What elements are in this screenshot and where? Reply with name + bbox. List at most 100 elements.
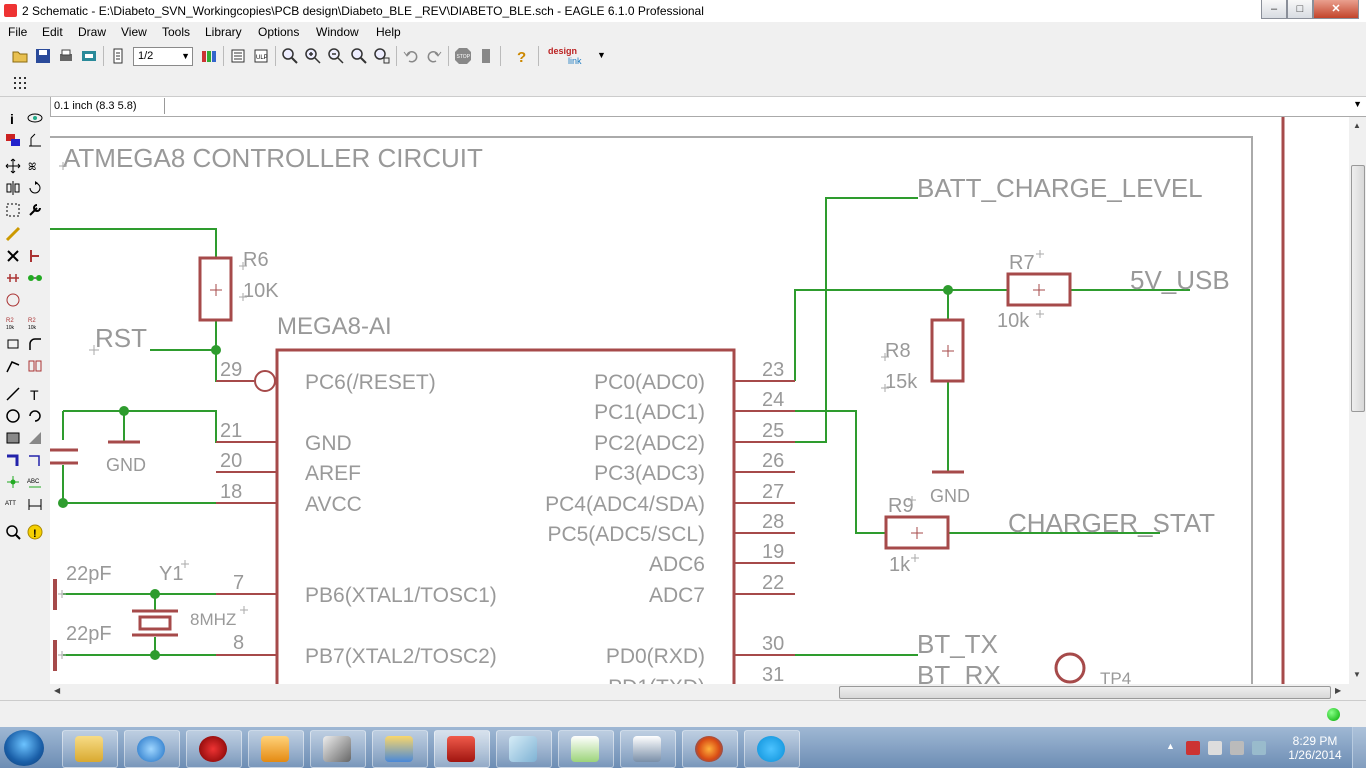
taskbar-tools-app[interactable] [310, 730, 366, 768]
taskbar-notes-app[interactable] [496, 730, 552, 768]
taskbar-firefox[interactable] [682, 730, 738, 768]
network-tray-icon[interactable] [1208, 741, 1222, 755]
taskbar-internet-explorer[interactable] [124, 730, 180, 768]
erc-icon[interactable] [5, 524, 21, 540]
mark-icon[interactable] [27, 132, 43, 148]
clock[interactable]: 8:29 PM 1/26/2014 [1280, 734, 1350, 762]
dimension-icon[interactable] [27, 496, 43, 512]
go-icon[interactable] [477, 47, 495, 65]
miter-icon[interactable] [27, 336, 43, 352]
print-icon[interactable] [57, 47, 75, 65]
taskbar-chart-app[interactable] [558, 730, 614, 768]
delete-icon[interactable] [5, 248, 21, 264]
cam-processor-icon[interactable] [80, 47, 98, 65]
scroll-right-icon[interactable]: ▶ [1335, 686, 1341, 695]
design-link-button[interactable]: design link [548, 46, 592, 68]
zoom-redraw-icon[interactable] [350, 47, 368, 65]
maximize-button[interactable]: □ [1287, 0, 1313, 19]
volume-tray-icon[interactable] [1252, 741, 1266, 755]
save-icon[interactable] [34, 47, 52, 65]
chevron-down-icon[interactable]: ▼ [1353, 99, 1362, 109]
menu-window[interactable]: Window [316, 25, 359, 39]
horizontal-scroll-thumb[interactable] [839, 686, 1331, 699]
paste-icon[interactable] [5, 226, 21, 242]
vertical-scroll-thumb[interactable] [1351, 165, 1365, 412]
arc-icon[interactable] [27, 408, 43, 424]
resistor-r7[interactable]: R7 10k [997, 250, 1072, 332]
rectangle-icon[interactable] [5, 430, 21, 446]
menu-library[interactable]: Library [205, 25, 242, 39]
group-icon[interactable] [5, 202, 21, 218]
copy-icon[interactable]: ꕤ [27, 158, 43, 174]
test-point-tp4[interactable]: TP4 [1054, 652, 1131, 684]
taskbar-explorer[interactable] [62, 730, 118, 768]
add-part-icon[interactable] [27, 248, 43, 264]
resistor-r9[interactable]: R9 1k [884, 495, 950, 576]
ulp-icon[interactable]: ULP [252, 47, 270, 65]
scroll-left-icon[interactable]: ◀ [54, 686, 60, 695]
invoke-icon[interactable] [27, 358, 43, 374]
info-icon[interactable]: i [5, 110, 21, 126]
menu-help[interactable]: Help [376, 25, 401, 39]
minimize-button[interactable]: – [1261, 0, 1287, 19]
stop-icon[interactable]: STOP [454, 47, 472, 65]
capacitor-c2[interactable]: 22pF [53, 623, 112, 671]
label-icon[interactable]: ABC [27, 474, 43, 490]
change-wrench-icon[interactable] [27, 202, 43, 218]
chevron-down-icon[interactable]: ▼ [597, 50, 606, 60]
crystal-y1[interactable]: Y1 8MHZ [132, 560, 248, 637]
redo-icon[interactable] [425, 47, 443, 65]
polygon-icon[interactable] [27, 430, 43, 446]
open-folder-icon[interactable] [11, 47, 29, 65]
junction-icon[interactable] [5, 474, 21, 490]
move-icon[interactable] [5, 158, 21, 174]
gateswap-icon[interactable] [27, 270, 43, 286]
value-icon[interactable]: R210k [27, 314, 43, 330]
close-button[interactable]: ✕ [1313, 0, 1359, 19]
show-desktop-button[interactable] [1352, 727, 1366, 768]
status-indicator-icon[interactable] [1327, 708, 1340, 721]
zoom-select-icon[interactable] [373, 47, 391, 65]
action-center-icon[interactable] [1186, 741, 1200, 755]
display-layers-icon[interactable] [5, 132, 21, 148]
grid-icon[interactable] [12, 75, 30, 91]
smash-icon[interactable] [5, 336, 21, 352]
capacitor-avcc[interactable] [50, 448, 78, 465]
taskbar-document-app[interactable] [620, 730, 676, 768]
taskbar-media-player[interactable] [248, 730, 304, 768]
vertical-scrollbar[interactable]: ▲ ▼ [1349, 117, 1366, 684]
device-tray-icon[interactable] [1230, 741, 1244, 755]
undo-icon[interactable] [402, 47, 420, 65]
menu-draw[interactable]: Draw [78, 25, 106, 39]
mirror-icon[interactable] [5, 180, 21, 196]
split-icon[interactable] [5, 358, 21, 374]
resistor-r8[interactable]: R8 15k [881, 318, 965, 393]
horizontal-scrollbar[interactable]: ◀ ▶ [50, 684, 1349, 700]
menu-view[interactable]: View [121, 25, 147, 39]
taskbar-network-app[interactable] [372, 730, 428, 768]
pinswap-icon[interactable] [5, 270, 21, 286]
errors-icon[interactable]: ! [27, 524, 43, 540]
taskbar-ladybug-app[interactable] [186, 730, 242, 768]
capacitor-c1[interactable]: 22pF [53, 563, 112, 610]
schematic-canvas[interactable]: ATMEGA8 CONTROLLER CIRCUIT MEGA8-AI 29 2… [50, 117, 1349, 684]
circle-icon[interactable] [5, 408, 21, 424]
help-icon[interactable]: ? [512, 47, 530, 65]
show-hidden-icons-icon[interactable]: ▲ [1166, 741, 1180, 755]
rotate-icon[interactable] [27, 180, 43, 196]
replace-icon[interactable] [5, 292, 21, 308]
show-eye-icon[interactable] [27, 110, 43, 126]
taskbar-eagle[interactable] [434, 730, 490, 768]
bus-icon[interactable] [5, 452, 21, 468]
attribute-icon[interactable]: ATT [5, 496, 21, 512]
start-button[interactable] [4, 730, 44, 766]
menu-options[interactable]: Options [258, 25, 299, 39]
zoom-in-icon[interactable] [304, 47, 322, 65]
scroll-down-icon[interactable]: ▼ [1353, 670, 1361, 679]
zoom-out-icon[interactable] [327, 47, 345, 65]
zoom-fit-icon[interactable] [281, 47, 299, 65]
use-library-icon[interactable] [200, 47, 218, 65]
script-icon[interactable] [229, 47, 247, 65]
text-icon[interactable]: T [27, 386, 43, 402]
wire-line-icon[interactable] [5, 386, 21, 402]
